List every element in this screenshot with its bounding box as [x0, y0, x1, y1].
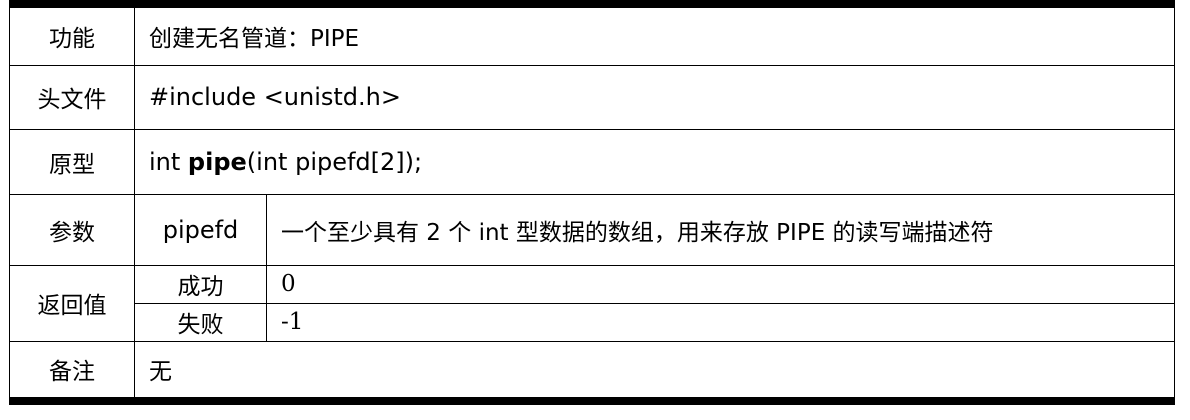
- prototype-args: (int pipefd[2]);: [246, 147, 423, 176]
- param-description: 一个至少具有 2 个 int 型数据的数组，用来存放 PIPE 的读写端描述符: [266, 193, 1175, 266]
- param-name: pipefd: [134, 193, 267, 266]
- row-return-failure: 失败 -1: [10, 302, 1175, 342]
- row-prototype: 原型 int pipe(int pipefd[2]);: [9, 128, 1175, 195]
- label-notes: 备注: [9, 340, 135, 402]
- return-success-label: 成功: [134, 264, 267, 304]
- label-return-value: 返回值: [9, 264, 135, 342]
- label-prototype: 原型: [9, 128, 135, 195]
- row-notes: 备注 无: [9, 340, 1175, 402]
- label-function: 功能: [9, 3, 135, 66]
- label-params: 参数: [9, 193, 135, 266]
- function-spec-table: 功能 创建无名管道：PIPE 头文件 #include <unistd.h> 原…: [9, 0, 1175, 405]
- prototype-function-name: pipe: [187, 147, 247, 176]
- return-failure-label: 失败: [134, 302, 267, 342]
- row-return-success: 返回值 成功 0: [9, 264, 1175, 342]
- prototype-return-type: int: [149, 147, 188, 176]
- return-success-value: 0: [266, 264, 1175, 304]
- row-function: 功能 创建无名管道：PIPE: [9, 3, 1175, 66]
- value-notes: 无: [134, 340, 1175, 402]
- return-failure-value: -1: [266, 302, 1175, 342]
- value-header-file: #include <unistd.h>: [134, 64, 1175, 130]
- value-prototype: int pipe(int pipefd[2]);: [134, 128, 1175, 195]
- value-function: 创建无名管道：PIPE: [134, 3, 1175, 66]
- row-header-file: 头文件 #include <unistd.h>: [9, 64, 1175, 130]
- label-header-file: 头文件: [9, 64, 135, 130]
- row-params: 参数 pipefd 一个至少具有 2 个 int 型数据的数组，用来存放 PIP…: [9, 193, 1175, 266]
